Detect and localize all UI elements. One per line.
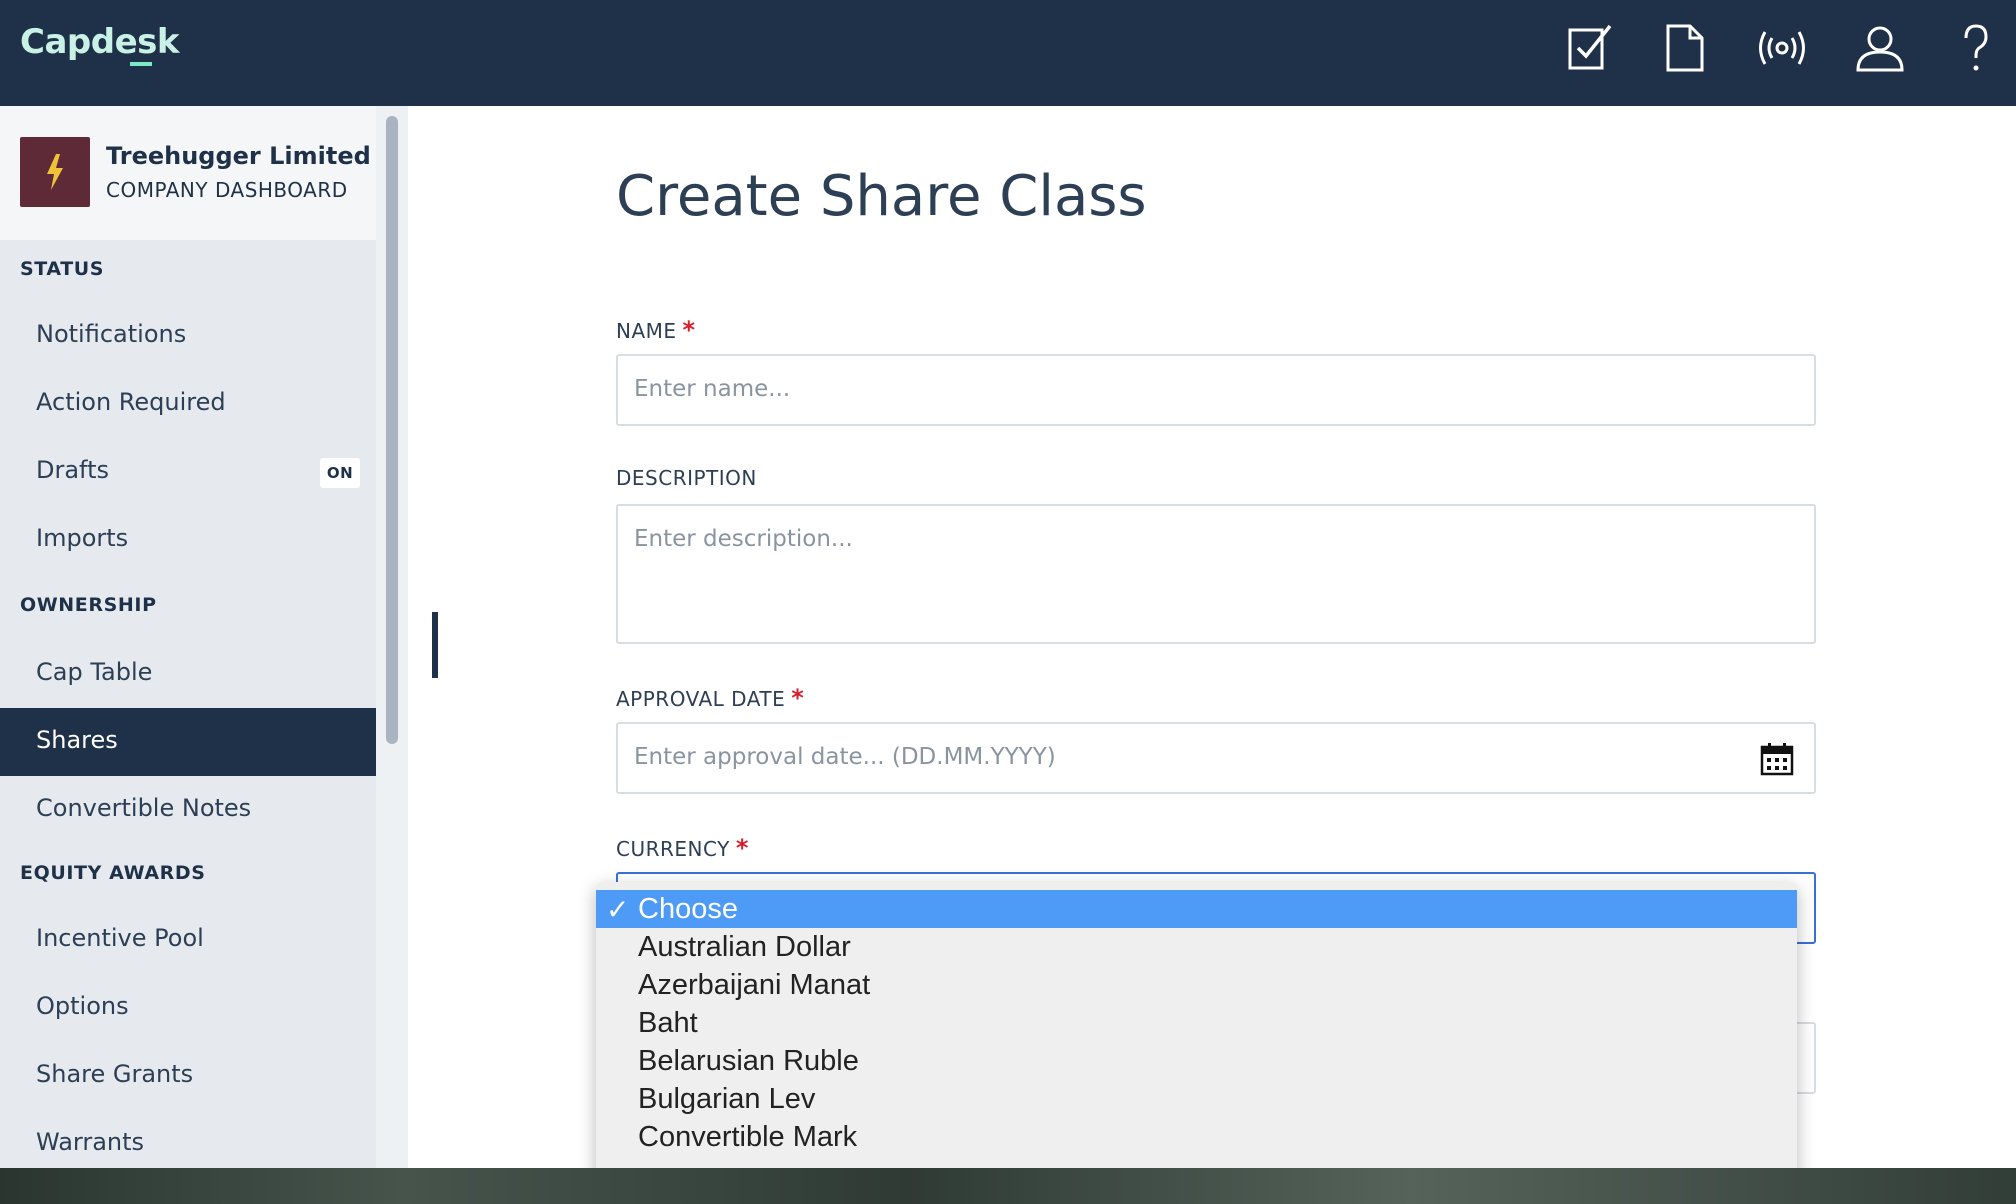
- sidebar-item-label: Warrants: [36, 1128, 145, 1156]
- capdesk-logo[interactable]: Capdesk: [20, 22, 179, 62]
- approval-date-label-text: APPROVAL DATE: [616, 687, 786, 711]
- sidebar-item-options[interactable]: Options: [0, 974, 376, 1042]
- sidebar: Treehugger Limited COMPANY DASHBOARD STA…: [0, 106, 376, 1168]
- company-avatar: [20, 137, 90, 207]
- sidebar-item-label: Cap Table: [36, 658, 153, 686]
- option-label: Azerbaijani Manat: [638, 969, 871, 1001]
- sidebar-item-label: Drafts: [36, 456, 109, 484]
- section-ownership: OWNERSHIP: [20, 594, 157, 616]
- description-textarea[interactable]: Enter description...: [616, 504, 1816, 644]
- sidebar-item-drafts[interactable]: Drafts ON: [0, 438, 376, 506]
- sidebar-item-label: Incentive Pool: [36, 924, 204, 952]
- currency-option-australian-dollar[interactable]: Australian Dollar: [596, 928, 1797, 966]
- name-placeholder: Enter name...: [634, 376, 791, 402]
- name-input[interactable]: Enter name...: [616, 354, 1816, 426]
- required-asterisk: *: [682, 316, 696, 344]
- approval-date-placeholder: Enter approval date... (DD.MM.YYYY): [634, 744, 1056, 770]
- option-label: Choose: [638, 893, 738, 925]
- lightning-icon: [47, 154, 63, 190]
- checkmark-icon: ✓: [606, 894, 630, 925]
- calendar-icon[interactable]: [1760, 742, 1794, 776]
- sidebar-item-label: Action Required: [36, 388, 226, 416]
- sidebar-item-cap-table[interactable]: Cap Table: [0, 640, 376, 708]
- required-asterisk: *: [791, 684, 805, 712]
- sidebar-item-action-required[interactable]: Action Required: [0, 370, 376, 438]
- option-label: Bulgarian Lev: [638, 1083, 816, 1115]
- sidebar-item-share-grants[interactable]: Share Grants: [0, 1042, 376, 1110]
- logo-underline: [130, 62, 152, 66]
- panel-resize-handle[interactable]: [432, 612, 438, 678]
- currency-option-convertible-mark[interactable]: Convertible Mark: [596, 1118, 1797, 1156]
- currency-dropdown-list[interactable]: ✓ Choose Australian Dollar Azerbaijani M…: [596, 882, 1797, 1202]
- sidebar-item-incentive-pool[interactable]: Incentive Pool: [0, 906, 376, 974]
- sidebar-item-notifications[interactable]: Notifications: [0, 302, 376, 370]
- option-label: Baht: [638, 1007, 698, 1039]
- option-label: Convertible Mark: [638, 1121, 858, 1153]
- sidebar-item-label: Convertible Notes: [36, 794, 252, 822]
- company-subtitle: COMPANY DASHBOARD: [106, 178, 348, 202]
- currency-option-choose[interactable]: ✓ Choose: [596, 890, 1797, 928]
- required-asterisk: *: [735, 834, 749, 862]
- company-name: Treehugger Limited: [106, 142, 371, 170]
- name-label: NAME *: [616, 316, 696, 344]
- description-placeholder: Enter description...: [634, 526, 853, 552]
- user-icon[interactable]: [1852, 20, 1908, 76]
- document-icon[interactable]: [1656, 20, 1712, 76]
- drafts-status-badge: ON: [320, 458, 360, 488]
- broadcast-icon[interactable]: [1754, 20, 1810, 76]
- help-icon[interactable]: [1948, 20, 2004, 76]
- page-title: Create Share Class: [616, 164, 1147, 229]
- company-header[interactable]: Treehugger Limited COMPANY DASHBOARD: [0, 106, 376, 240]
- option-label: Australian Dollar: [638, 931, 851, 963]
- description-label: DESCRIPTION: [616, 466, 757, 490]
- sidebar-item-label: Share Grants: [36, 1060, 194, 1088]
- currency-option-baht[interactable]: Baht: [596, 1004, 1797, 1042]
- currency-option-belarusian-ruble[interactable]: Belarusian Ruble: [596, 1042, 1797, 1080]
- sidebar-item-imports[interactable]: Imports: [0, 506, 376, 574]
- currency-option-bulgarian-lev[interactable]: Bulgarian Lev: [596, 1080, 1797, 1118]
- sidebar-item-label: Shares: [36, 726, 118, 754]
- approval-date-label: APPROVAL DATE *: [616, 684, 804, 712]
- section-status: STATUS: [20, 258, 105, 280]
- background-image-strip: [0, 1168, 2016, 1204]
- sidebar-item-label: Options: [36, 992, 129, 1020]
- sidebar-item-label: Notifications: [36, 320, 187, 348]
- top-navigation-bar: Capdesk: [0, 0, 2016, 106]
- section-equity-awards: EQUITY AWARDS: [20, 862, 206, 884]
- currency-label: CURRENCY *: [616, 834, 749, 862]
- option-label: Belarusian Ruble: [638, 1045, 859, 1077]
- sidebar-item-label: Imports: [36, 524, 129, 552]
- currency-option-azerbaijani-manat[interactable]: Azerbaijani Manat: [596, 966, 1797, 1004]
- currency-label-text: CURRENCY: [616, 837, 730, 861]
- sidebar-item-shares[interactable]: Shares: [0, 708, 376, 776]
- sidebar-item-convertible-notes[interactable]: Convertible Notes: [0, 776, 376, 844]
- approval-date-input[interactable]: Enter approval date... (DD.MM.YYYY): [616, 722, 1816, 794]
- sidebar-scrollbar-thumb[interactable]: [386, 116, 398, 744]
- tasks-icon[interactable]: [1562, 20, 1618, 76]
- name-label-text: NAME: [616, 319, 677, 343]
